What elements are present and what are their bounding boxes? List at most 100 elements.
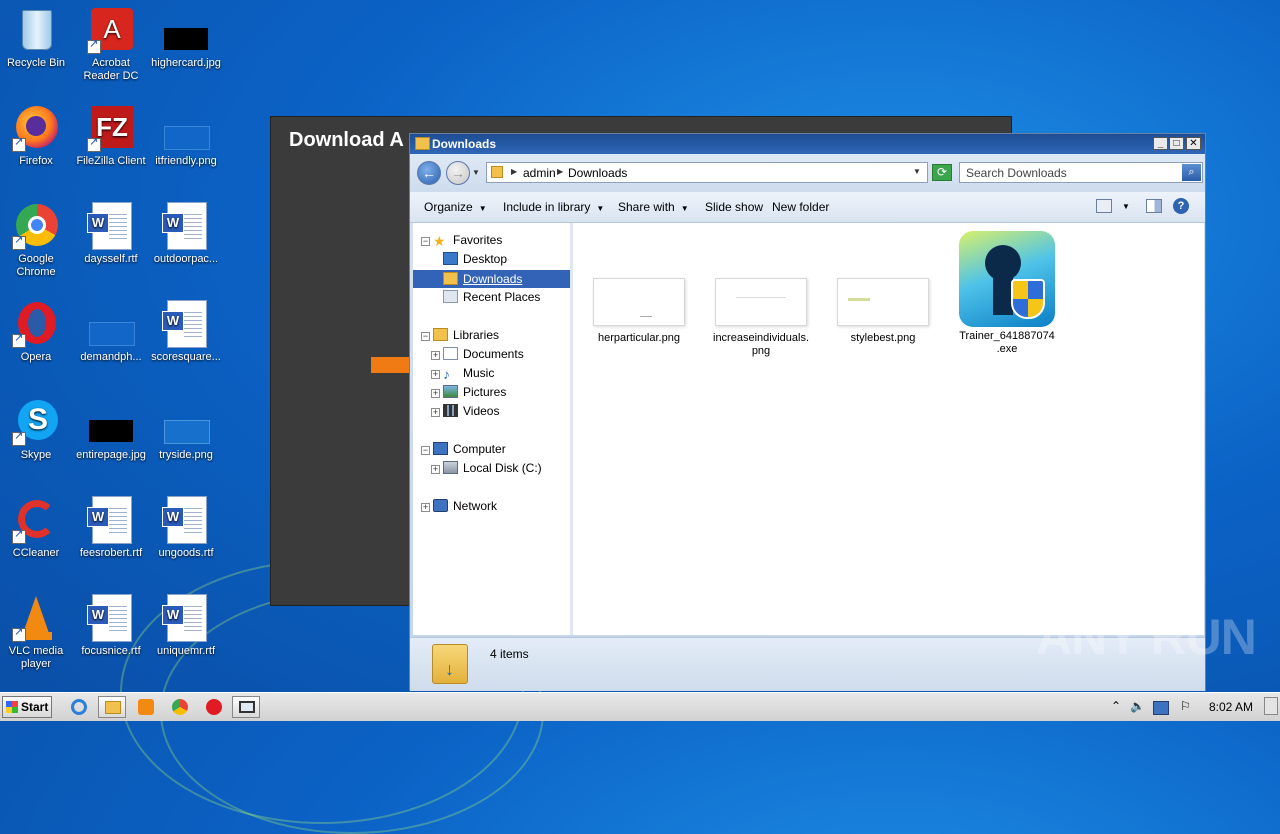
internet-explorer-icon [71, 699, 87, 715]
desktop-icon-skype[interactable]: S Skype [0, 398, 74, 462]
file-item[interactable]: Trainer_641887074 .exe [955, 231, 1059, 356]
desktop-icon-recycle-bin[interactable]: Recycle Bin [0, 6, 74, 70]
app-window-icon [239, 701, 255, 713]
expander-pictures[interactable]: + [431, 389, 440, 398]
new-folder-button[interactable]: New folder [772, 200, 829, 214]
nav-local-disk[interactable]: Local Disk (C:) [443, 461, 542, 479]
search-icon[interactable]: ⌕ [1182, 164, 1201, 181]
windows-logo-icon [6, 701, 18, 713]
address-bar[interactable]: ▶ admin ▶ Downloads ▼ [486, 162, 928, 183]
expander-videos[interactable]: + [431, 408, 440, 417]
desktop-file-highercard[interactable]: highercard.jpg [148, 6, 224, 70]
nav-recent-places[interactable]: Recent Places [443, 290, 540, 308]
network-tray-icon[interactable] [1153, 701, 1169, 715]
change-view-icon[interactable] [1096, 199, 1112, 213]
recycle-bin-icon [12, 6, 60, 54]
firefox-icon [12, 104, 60, 152]
anyrun-watermark: ANY RUN [1036, 609, 1257, 665]
action-center-flag-icon[interactable]: ⚐ [1180, 699, 1191, 713]
explorer-titlebar[interactable]: Downloads _ □ ✕ [410, 134, 1205, 154]
expander-computer[interactable]: − [421, 446, 430, 455]
address-dropdown-icon[interactable]: ▼ [913, 167, 921, 176]
taskbar-ie[interactable] [66, 696, 94, 718]
volume-icon[interactable]: 🔈 [1130, 699, 1145, 713]
expander-documents[interactable]: + [431, 351, 440, 360]
expander-local-disk[interactable]: + [431, 465, 440, 474]
desktop-file-tryside[interactable]: tryside.png [148, 398, 224, 462]
image-file-icon [162, 6, 210, 54]
desktop-file-scoresquare[interactable]: W scoresquare... [148, 300, 224, 364]
nav-music[interactable]: ♪ Music [443, 366, 494, 384]
image-file-icon [87, 300, 135, 348]
preview-pane-icon[interactable] [1146, 199, 1162, 213]
nav-network[interactable]: Network [433, 499, 497, 517]
file-item[interactable]: increaseindividuals. png [709, 278, 813, 358]
close-button[interactable]: ✕ [1186, 137, 1201, 150]
taskbar-app-window[interactable] [232, 696, 260, 718]
show-desktop-button[interactable] [1264, 697, 1278, 715]
desktop-icon-chrome[interactable]: Google Chrome [0, 202, 74, 279]
nav-videos[interactable]: Videos [443, 404, 499, 422]
desktop-icon-filezilla[interactable]: FZ FileZilla Client [73, 104, 149, 168]
word-document-icon: W [87, 202, 135, 250]
desktop-icon-firefox[interactable]: Firefox [0, 104, 74, 168]
refresh-button[interactable]: ⟳ [932, 164, 952, 181]
show-hidden-icons-icon[interactable]: ⌃ [1111, 699, 1121, 713]
minimize-button[interactable]: _ [1153, 137, 1168, 150]
taskbar-media-player[interactable] [132, 696, 160, 718]
search-box[interactable]: ⌕ [959, 162, 1203, 183]
include-in-library-button[interactable]: Include in library ▼ [503, 200, 604, 214]
desktop-file-itfriendly[interactable]: itfriendly.png [148, 104, 224, 168]
word-document-icon: W [162, 594, 210, 642]
desktop-file-demandph[interactable]: demandph... [73, 300, 149, 364]
taskbar-clock[interactable]: 8:02 AM [1209, 700, 1253, 714]
expander-network[interactable]: + [421, 503, 430, 512]
desktop-icon-vlc[interactable]: VLC media player [0, 594, 74, 671]
taskbar: Start ⌃ 🔈 ⚐ 8:02 AM [0, 692, 1280, 721]
maximize-button[interactable]: □ [1169, 137, 1184, 150]
nav-pictures[interactable]: Pictures [443, 385, 506, 403]
expander-favorites[interactable]: − [421, 237, 430, 246]
view-dropdown-icon[interactable]: ▼ [1122, 202, 1130, 211]
breadcrumb-separator-icon[interactable]: ▶ [557, 167, 563, 176]
file-item[interactable]: herparticular.png [587, 278, 691, 345]
desktop-file-feesrobert[interactable]: W feesrobert.rtf [73, 496, 149, 560]
share-with-button[interactable]: Share with ▼ [618, 200, 689, 214]
nav-favorites[interactable]: ★ Favorites [433, 233, 502, 251]
help-icon[interactable]: ? [1173, 198, 1189, 214]
taskbar-chrome[interactable] [166, 696, 194, 718]
search-input[interactable] [960, 163, 1176, 182]
expander-libraries[interactable]: − [421, 332, 430, 341]
nav-computer[interactable]: Computer [433, 442, 506, 460]
file-item[interactable]: stylebest.png [831, 278, 935, 345]
desktop-file-daysself[interactable]: W daysself.rtf [73, 202, 149, 266]
desktop-file-ungoods[interactable]: W ungoods.rtf [148, 496, 224, 560]
back-button[interactable]: ← [417, 161, 441, 185]
taskbar-explorer[interactable] [98, 696, 126, 718]
history-dropdown-icon[interactable]: ▼ [472, 168, 480, 177]
desktop-file-focusnice[interactable]: W focusnice.rtf [73, 594, 149, 658]
organize-button[interactable]: Organize ▼ [424, 200, 487, 214]
nav-documents[interactable]: Documents [443, 347, 524, 365]
slide-show-button[interactable]: Slide show [705, 200, 763, 214]
desktop-icon-acrobat[interactable]: A Acrobat Reader DC [73, 6, 149, 83]
desktop-file-outdoorpac[interactable]: W outdoorpac... [148, 202, 224, 266]
desktop-file-uniquemr[interactable]: W uniquemr.rtf [148, 594, 224, 658]
breadcrumb-admin[interactable]: admin [523, 166, 556, 180]
nav-libraries[interactable]: Libraries [433, 328, 499, 346]
expander-music[interactable]: + [431, 370, 440, 379]
desktop-icon-opera[interactable]: Opera [0, 300, 74, 364]
desktop-icon-ccleaner[interactable]: CCleaner [0, 496, 74, 560]
start-button[interactable]: Start [2, 696, 52, 718]
breadcrumb-separator-icon[interactable]: ▶ [511, 167, 517, 176]
pictures-icon [443, 385, 458, 398]
breadcrumb-downloads[interactable]: Downloads [568, 166, 627, 180]
taskbar-opera[interactable] [200, 696, 228, 718]
nav-desktop[interactable]: Desktop [443, 252, 507, 270]
word-document-icon: W [162, 496, 210, 544]
forward-button[interactable]: → [446, 161, 470, 185]
chevron-down-icon: ▼ [680, 204, 689, 213]
desktop-file-entirepage[interactable]: entirepage.jpg [73, 398, 149, 462]
nav-downloads[interactable]: Downloads [413, 270, 570, 288]
downloads-folder-icon [443, 272, 458, 285]
